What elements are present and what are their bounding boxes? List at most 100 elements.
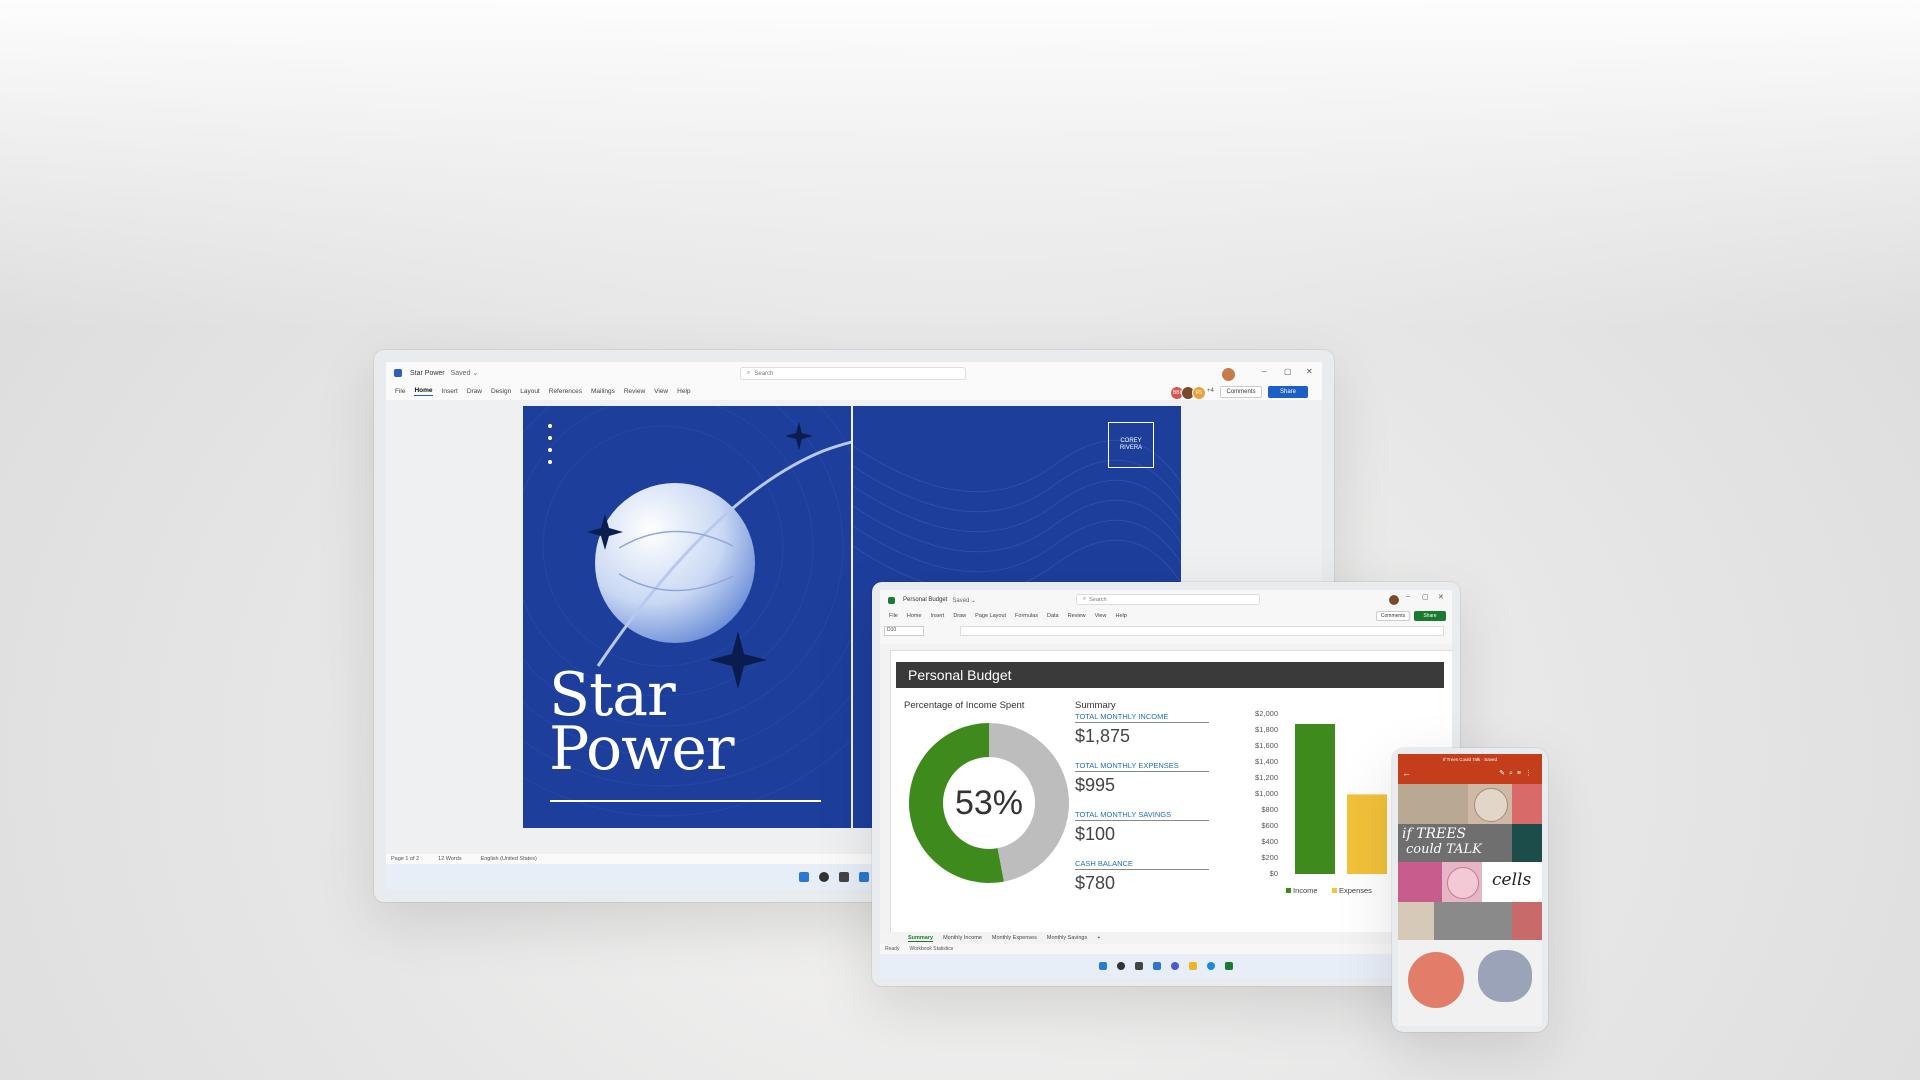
maximize-icon[interactable]: ▢	[1284, 367, 1292, 376]
slide-tile-magenta[interactable]	[1398, 862, 1442, 902]
minimize-icon[interactable]: –	[1262, 367, 1266, 376]
tab-view[interactable]: View	[1095, 613, 1107, 619]
name-box[interactable]: D10	[884, 626, 924, 636]
sheet-tab-monthly-savings[interactable]: Monthly Savings	[1047, 935, 1087, 941]
start-icon[interactable]	[1099, 962, 1107, 970]
share-button[interactable]: Share	[1414, 611, 1446, 621]
tab-file[interactable]: File	[395, 388, 405, 395]
slide-tile-circle[interactable]	[1468, 784, 1512, 824]
user-avatar[interactable]	[1221, 367, 1236, 382]
back-arrow-icon[interactable]: ←	[1402, 768, 1411, 778]
maximize-icon[interactable]: ▢	[1422, 593, 1429, 601]
formula-bar[interactable]	[960, 626, 1444, 636]
poster-title[interactable]: Star Power	[549, 665, 735, 779]
status-words[interactable]: 12 Words	[438, 856, 461, 862]
sheet-tabs: Summary Monthly Income Monthly Expenses …	[880, 932, 1452, 944]
sheet-tab-monthly-expenses[interactable]: Monthly Expenses	[992, 935, 1037, 941]
tab-view[interactable]: View	[654, 388, 668, 395]
poster-name-box[interactable]: COREY RIVERA	[1108, 422, 1154, 468]
excel-search-input[interactable]: ⌕ Search	[1076, 594, 1260, 605]
comments-button[interactable]: Comments	[1220, 386, 1262, 398]
slide-tile-teal[interactable]	[1512, 824, 1542, 862]
task-view-icon[interactable]	[1135, 962, 1143, 970]
summary-label[interactable]: Summary	[1075, 700, 1116, 711]
share-button[interactable]: Share	[1268, 386, 1308, 398]
poster-name-line1: COREY	[1120, 438, 1142, 444]
donut-label[interactable]: Percentage of Income Spent	[904, 700, 1024, 711]
tab-file[interactable]: File	[889, 613, 898, 619]
widgets-icon[interactable]	[859, 872, 869, 882]
edge-icon[interactable]	[1207, 962, 1215, 970]
tab-page-layout[interactable]: Page Layout	[975, 613, 1006, 619]
summary-cash-label[interactable]: CASH BALANCE	[1075, 859, 1133, 868]
summary-savings-label[interactable]: TOTAL MONTHLY SAVINGS	[1075, 810, 1171, 819]
summary-cash-value[interactable]: $780	[1075, 873, 1115, 894]
search-icon[interactable]	[1117, 962, 1125, 970]
add-sheet-button[interactable]: +	[1097, 935, 1100, 941]
file-explorer-icon[interactable]	[1189, 962, 1197, 970]
summary-savings-value[interactable]: $100	[1075, 824, 1115, 845]
summary-expenses-value[interactable]: $995	[1075, 775, 1115, 796]
status-workbook-stats[interactable]: Workbook Statistics	[909, 946, 953, 952]
tab-review[interactable]: Review	[1068, 613, 1086, 619]
start-icon[interactable]	[799, 872, 809, 882]
bar-expenses[interactable]	[1347, 794, 1387, 874]
tab-insert[interactable]: Insert	[931, 613, 945, 619]
slide-tile-beige[interactable]	[1398, 902, 1434, 940]
bar-income[interactable]	[1295, 724, 1335, 874]
budget-banner[interactable]: Personal Budget	[896, 662, 1444, 688]
tab-home[interactable]: Home	[414, 387, 433, 396]
slide-tile-gray[interactable]	[1434, 902, 1512, 940]
tab-formulas[interactable]: Formulas	[1015, 613, 1038, 619]
tab-help[interactable]: Help	[1115, 613, 1126, 619]
tab-design[interactable]: Design	[491, 388, 511, 395]
spreadsheet-grid[interactable]: Personal Budget Percentage of Income Spe…	[880, 644, 1452, 944]
word-saved-status[interactable]: Saved ⌄	[451, 369, 479, 377]
summary-expenses-label[interactable]: TOTAL MONTHLY EXPENSES	[1075, 761, 1179, 770]
tab-home[interactable]: Home	[907, 613, 922, 619]
status-language[interactable]: English (United States)	[481, 856, 537, 862]
summary-income-label[interactable]: TOTAL MONTHLY INCOME	[1075, 712, 1168, 721]
slide-tile-rings[interactable]	[1398, 784, 1468, 824]
tab-layout[interactable]: Layout	[520, 388, 540, 395]
tab-insert[interactable]: Insert	[442, 388, 458, 395]
sheet-tab-monthly-income[interactable]: Monthly Income	[943, 935, 982, 941]
presence-avatar-3[interactable]: FS	[1192, 386, 1206, 400]
excel-taskbar-icon[interactable]	[1225, 962, 1233, 970]
slide-tile-cell[interactable]	[1442, 862, 1482, 902]
presence-more-count[interactable]: +4	[1207, 388, 1214, 394]
tab-data[interactable]: Data	[1047, 613, 1059, 619]
excel-saved-status[interactable]: Saved ⌄	[952, 597, 976, 604]
search-icon[interactable]	[819, 872, 829, 882]
tab-review[interactable]: Review	[624, 388, 645, 395]
slide-tile-title[interactable]: if TREES could TALK	[1398, 824, 1512, 862]
ppt-toolbar-icons[interactable]: ✎⌕≡⋮	[1499, 769, 1536, 778]
sheet-tab-summary[interactable]: Summary	[908, 935, 934, 942]
user-avatar[interactable]	[1388, 594, 1400, 606]
minimize-icon[interactable]: –	[1406, 593, 1410, 600]
slide-tile-red[interactable]	[1512, 902, 1542, 940]
task-view-icon[interactable]	[839, 872, 849, 882]
close-icon[interactable]: ✕	[1438, 593, 1444, 601]
widgets-icon[interactable]	[1153, 962, 1161, 970]
tab-draw[interactable]: Draw	[467, 388, 482, 395]
close-icon[interactable]: ✕	[1306, 367, 1313, 376]
slide-tile-bottom[interactable]	[1398, 940, 1542, 1026]
ppt-title[interactable]: If Trees Could Talk · Saved	[1398, 757, 1542, 762]
slide-tile-cells-label[interactable]: cells	[1482, 862, 1542, 902]
slide-tile-pink[interactable]	[1512, 784, 1542, 824]
excel-doc-title[interactable]: Personal Budget	[903, 597, 947, 603]
tab-help[interactable]: Help	[677, 388, 690, 395]
excel-taskbar	[880, 954, 1452, 978]
comments-button[interactable]: Comments	[1376, 611, 1410, 621]
status-page[interactable]: Page 1 of 2	[391, 856, 419, 862]
tab-references[interactable]: References	[549, 388, 582, 395]
tab-mailings[interactable]: Mailings	[591, 388, 615, 395]
word-doc-title[interactable]: Star Power	[410, 370, 445, 377]
word-search-input[interactable]: ⌕ Search	[740, 367, 966, 380]
tab-draw[interactable]: Draw	[953, 613, 966, 619]
bar-chart[interactable]	[1285, 708, 1395, 878]
chat-icon[interactable]	[1171, 962, 1179, 970]
summary-rule	[1075, 820, 1209, 821]
summary-income-value[interactable]: $1,875	[1075, 726, 1130, 747]
